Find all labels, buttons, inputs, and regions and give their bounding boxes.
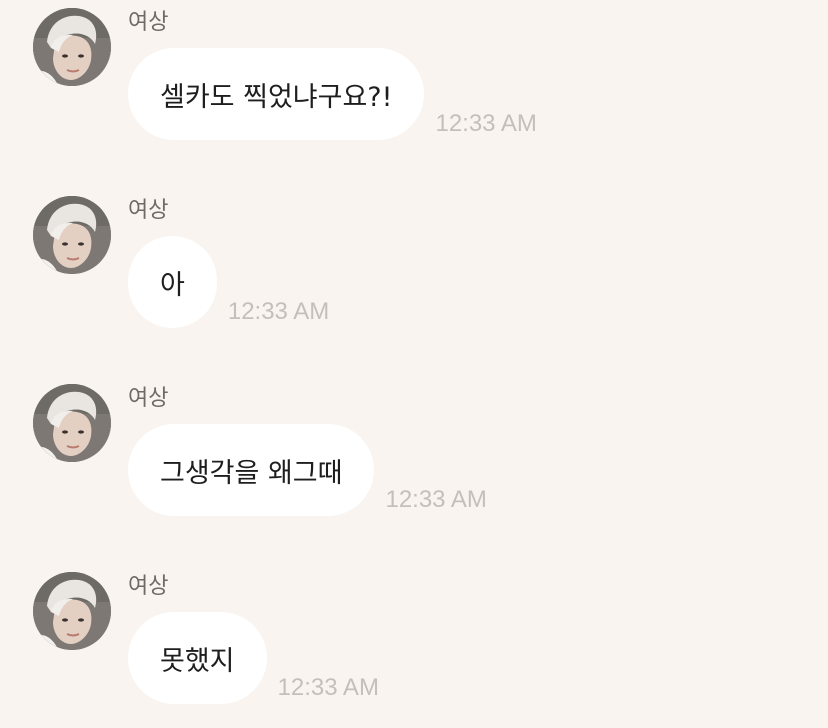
message-timestamp: 12:33 AM xyxy=(277,674,379,701)
message-group: 여상 셀카도 찍었냐구요?! 12:33 AM xyxy=(0,0,828,160)
message-timestamp: 12:33 AM xyxy=(227,298,330,325)
profile-photo-avatar-icon xyxy=(33,384,111,462)
message-bubble[interactable]: 못했지 xyxy=(128,612,267,704)
sender-avatar[interactable] xyxy=(33,572,111,650)
profile-photo-avatar-icon xyxy=(33,572,111,650)
message-row: 그생각을 왜그때 12:33 AM xyxy=(128,424,487,516)
message-bubble[interactable]: 셀카도 찍었냐구요?! xyxy=(128,48,425,140)
sender-name: 여상 xyxy=(128,386,169,411)
message-row: 셀카도 찍었냐구요?! 12:33 AM xyxy=(128,48,537,140)
sender-name: 여상 xyxy=(128,574,169,599)
sender-avatar[interactable] xyxy=(33,196,111,274)
profile-photo-avatar-icon xyxy=(33,8,111,86)
message-group: 여상 못했지 12:33 AM xyxy=(0,564,828,724)
message-timestamp: 12:33 AM xyxy=(435,110,537,137)
sender-avatar[interactable] xyxy=(33,8,111,86)
message-group: 여상 그생각을 왜그때 12:33 AM xyxy=(0,376,828,536)
message-row: 못했지 12:33 AM xyxy=(128,612,379,704)
message-bubble[interactable]: 아 xyxy=(128,236,217,328)
chat-message-list: 여상 셀카도 찍었냐구요?! 12:33 AM 여상 아 12:33 AM 여상… xyxy=(0,0,828,728)
profile-photo-avatar-icon xyxy=(33,196,111,274)
message-group: 여상 아 12:33 AM xyxy=(0,188,828,348)
message-timestamp: 12:33 AM xyxy=(385,486,487,513)
sender-name: 여상 xyxy=(128,198,169,223)
message-row: 아 12:33 AM xyxy=(128,236,329,328)
sender-avatar[interactable] xyxy=(33,384,111,462)
sender-name: 여상 xyxy=(128,10,169,35)
message-bubble[interactable]: 그생각을 왜그때 xyxy=(128,424,375,516)
